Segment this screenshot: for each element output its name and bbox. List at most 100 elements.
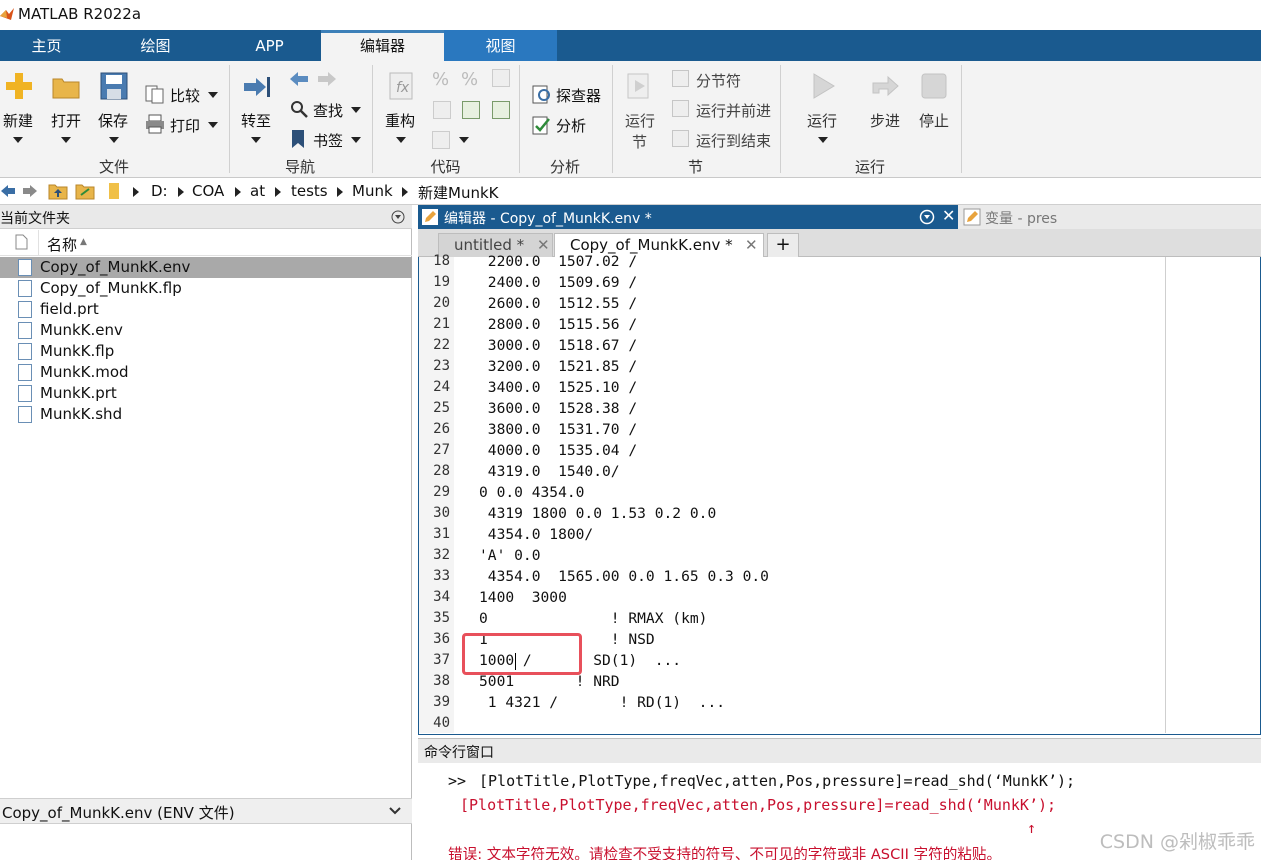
file-list-item[interactable]: MunkK.flp bbox=[0, 341, 412, 362]
tab-home[interactable]: 主页 bbox=[0, 30, 93, 61]
run-and-advance-button[interactable]: 运行并前进 bbox=[696, 100, 771, 121]
code-line[interactable]: 4000.0 1535.04 / bbox=[479, 442, 637, 459]
new-button[interactable]: 新建 bbox=[3, 110, 33, 131]
tab-apps[interactable]: APP bbox=[218, 30, 321, 61]
decrease-indent-icon[interactable] bbox=[462, 101, 480, 119]
path-segment[interactable]: 新建MunkK bbox=[418, 182, 498, 203]
path-segment[interactable]: D: bbox=[151, 182, 168, 200]
code-line[interactable]: 2400.0 1509.69 / bbox=[479, 274, 637, 291]
chevron-down-icon[interactable] bbox=[388, 806, 402, 816]
path-segment[interactable]: COA bbox=[192, 182, 224, 200]
path-segment[interactable]: tests bbox=[291, 182, 328, 200]
tab-editor[interactable]: 编辑器 bbox=[321, 30, 444, 61]
new-plus-icon bbox=[6, 73, 32, 99]
back-arrow-icon[interactable] bbox=[289, 70, 309, 88]
code-line[interactable]: 4354.0 1800/ bbox=[479, 526, 593, 543]
bookmark-dropdown-icon[interactable] bbox=[351, 137, 361, 143]
code-line[interactable]: 2600.0 1512.55 / bbox=[479, 295, 637, 312]
compare-button[interactable]: 比较 bbox=[170, 85, 200, 106]
back-arrow-icon[interactable] bbox=[0, 184, 16, 198]
code-line[interactable]: 3800.0 1531.70 / bbox=[479, 421, 637, 438]
code-line[interactable]: 2200.0 1507.02 / bbox=[479, 253, 637, 270]
file-list-item[interactable]: Copy_of_MunkK.flp bbox=[0, 278, 412, 299]
tab-close-icon[interactable]: ✕ bbox=[537, 236, 550, 254]
editor-tab-label: untitled * bbox=[454, 236, 525, 254]
file-list-item[interactable]: MunkK.shd bbox=[0, 404, 412, 425]
file-list-item[interactable]: Copy_of_MunkK.env bbox=[0, 257, 412, 278]
code-line[interactable]: 4319.0 1540.0/ bbox=[479, 463, 620, 480]
find-dropdown-icon[interactable] bbox=[351, 107, 361, 113]
smart-indent-icon[interactable] bbox=[433, 101, 451, 119]
tab-close-icon[interactable]: ✕ bbox=[745, 236, 758, 254]
tab-view[interactable]: 视图 bbox=[444, 30, 557, 61]
code-line[interactable]: 4354.0 1565.00 0.0 1.65 0.3 0.0 bbox=[479, 568, 769, 585]
code-line[interactable]: 3400.0 1525.10 / bbox=[479, 379, 637, 396]
run-to-end-button[interactable]: 运行到结束 bbox=[696, 130, 771, 151]
bookmark-button[interactable]: 书签 bbox=[313, 130, 343, 151]
new-tab-plus-icon[interactable]: + bbox=[767, 233, 799, 257]
open-dropdown-icon[interactable] bbox=[61, 137, 71, 143]
code-line[interactable]: 2800.0 1515.56 / bbox=[479, 316, 637, 333]
refactor-dropdown-icon[interactable] bbox=[396, 137, 406, 143]
code-line[interactable]: 5001 ! NRD bbox=[479, 673, 620, 690]
file-list-item[interactable]: MunkK.env bbox=[0, 320, 412, 341]
save-button[interactable]: 保存 bbox=[98, 110, 128, 131]
current-folder-header: 当前文件夹 bbox=[0, 205, 412, 229]
find-button[interactable]: 查找 bbox=[313, 100, 343, 121]
file-icon bbox=[18, 322, 32, 339]
code-line[interactable]: 3000.0 1518.67 / bbox=[479, 337, 637, 354]
code-line[interactable]: 1400 3000 bbox=[479, 589, 567, 606]
run-dropdown-icon[interactable] bbox=[818, 137, 828, 143]
goto-button[interactable]: 转至 bbox=[241, 110, 271, 131]
annotation-highlight-box bbox=[462, 633, 582, 675]
up-folder-icon[interactable] bbox=[48, 182, 68, 200]
code-line[interactable]: 'A' 0.0 bbox=[479, 547, 541, 564]
print-button[interactable]: 打印 bbox=[170, 115, 200, 136]
editor-menu-icon[interactable] bbox=[919, 209, 935, 225]
panel-menu-icon[interactable] bbox=[391, 210, 405, 224]
code-line[interactable]: 0 0.0 4354.0 bbox=[479, 484, 584, 501]
file-detail-text: Copy_of_MunkK.env (ENV 文件) bbox=[2, 804, 235, 822]
uncomment-icon[interactable]: % bbox=[461, 69, 478, 90]
section-break-button[interactable]: 分节符 bbox=[696, 70, 741, 91]
profiler-button[interactable]: 探查器 bbox=[556, 85, 601, 106]
name-column-header[interactable]: 名称 bbox=[47, 234, 77, 255]
comment-percent-icon[interactable]: % bbox=[432, 69, 449, 90]
editor-close-icon[interactable]: ✕ bbox=[942, 206, 955, 225]
print-dropdown-icon[interactable] bbox=[208, 122, 218, 128]
file-list-item[interactable]: MunkK.prt bbox=[0, 383, 412, 404]
path-separator-icon bbox=[178, 187, 184, 197]
save-dropdown-icon[interactable] bbox=[109, 137, 119, 143]
code-line[interactable]: 3600.0 1528.38 / bbox=[479, 400, 637, 417]
code-line[interactable]: 4319 1800 0.0 1.53 0.2 0.0 bbox=[479, 505, 716, 522]
code-line[interactable]: 3200.0 1521.85 / bbox=[479, 358, 637, 375]
stop-button[interactable]: 停止 bbox=[919, 110, 949, 131]
increase-indent-icon[interactable] bbox=[492, 101, 510, 119]
wrap-comments-icon[interactable] bbox=[492, 69, 510, 87]
analyze-button[interactable]: 分析 bbox=[556, 115, 586, 136]
browse-folder-icon[interactable] bbox=[75, 182, 95, 200]
code-area[interactable]: 18 19 20 21 22 23 24 25 26 27 28 29 30 31 32 33 34 35 36 37… bbox=[418, 253, 1261, 735]
step-button[interactable]: 步进 bbox=[870, 110, 900, 131]
run-section-button[interactable]: 运行 bbox=[625, 110, 655, 131]
path-segment[interactable]: at bbox=[250, 182, 265, 200]
compare-dropdown-icon[interactable] bbox=[208, 92, 218, 98]
tab-plots[interactable]: 绘图 bbox=[93, 30, 218, 61]
path-segment[interactable]: Munk bbox=[352, 182, 393, 200]
code-tools-dropdown-icon[interactable] bbox=[459, 137, 469, 143]
open-button[interactable]: 打开 bbox=[51, 110, 81, 131]
forward-arrow-icon[interactable] bbox=[317, 70, 337, 88]
forward-arrow-icon[interactable] bbox=[22, 184, 38, 198]
code-line[interactable]: 0 ! RMAX (km) bbox=[479, 610, 707, 627]
new-dropdown-icon[interactable] bbox=[13, 137, 23, 143]
variables-header[interactable]: 变量 - pres bbox=[958, 205, 1261, 229]
goto-dropdown-icon[interactable] bbox=[251, 137, 261, 143]
refactor-button[interactable]: 重构 bbox=[385, 110, 415, 131]
code-line[interactable]: 1 4321 / ! RD(1) ... bbox=[479, 694, 725, 711]
code-tools-icon[interactable] bbox=[432, 131, 450, 149]
sort-ascending-icon: ▲ bbox=[80, 237, 87, 247]
file-list-item[interactable]: field.prt bbox=[0, 299, 412, 320]
run-button[interactable]: 运行 bbox=[807, 110, 837, 131]
file-list-item[interactable]: MunkK.mod bbox=[0, 362, 412, 383]
command-input[interactable]: [PlotTitle,PlotType,freqVec,atten,Pos,pr… bbox=[479, 772, 1075, 790]
